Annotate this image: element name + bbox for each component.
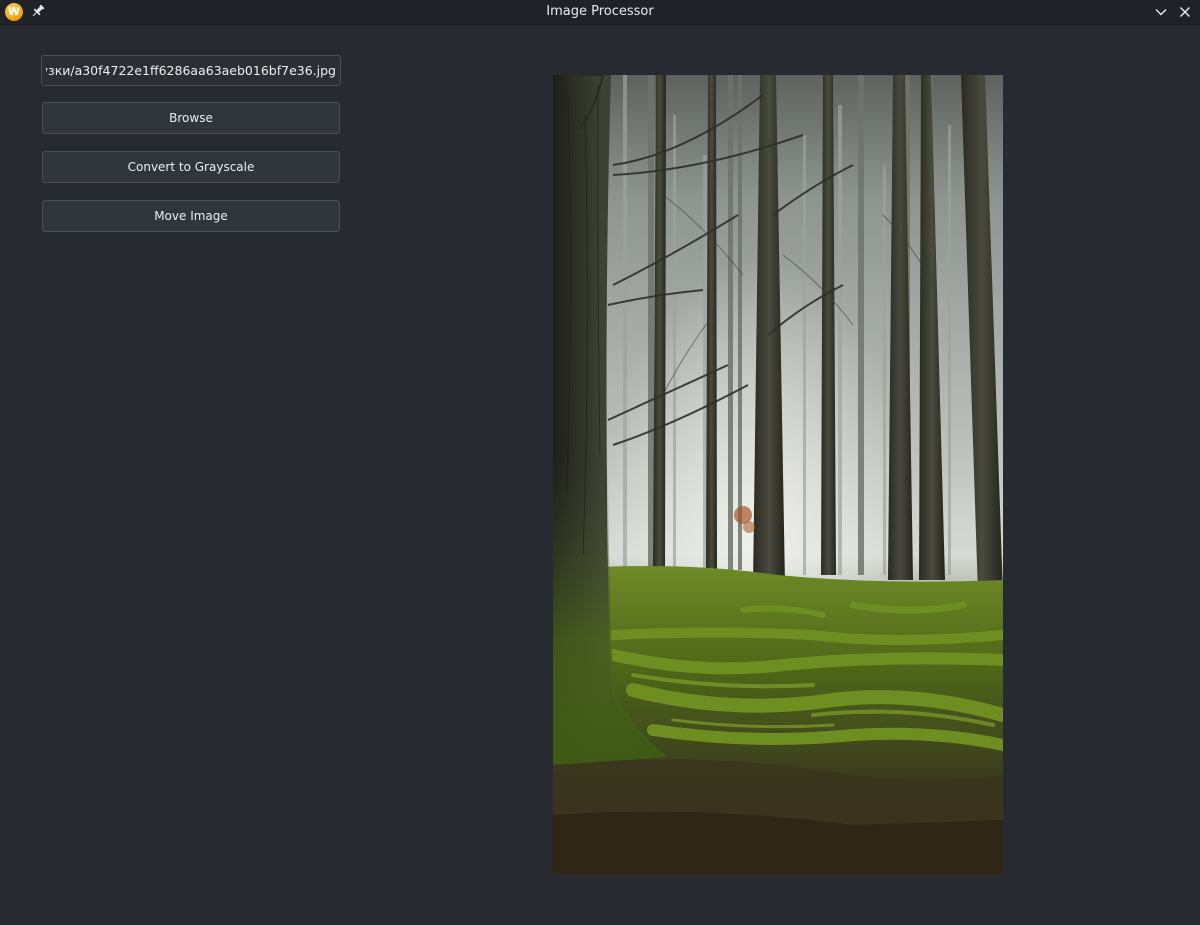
pin-icon[interactable] — [30, 3, 46, 19]
chevron-down-icon — [1155, 9, 1167, 16]
image-preview — [553, 75, 1003, 875]
image-processor-window: W Image Processor Browse — [0, 0, 1200, 925]
forest-photo — [553, 75, 1003, 875]
minimize-button[interactable] — [1152, 3, 1170, 21]
move-image-button[interactable]: Move Image — [42, 200, 340, 232]
close-button[interactable] — [1176, 3, 1194, 21]
file-path-input[interactable] — [41, 55, 341, 86]
close-icon — [1180, 7, 1190, 17]
convert-grayscale-button[interactable]: Convert to Grayscale — [42, 151, 340, 183]
window-title: Image Processor — [546, 4, 654, 19]
browse-button[interactable]: Browse — [42, 102, 340, 134]
app-logo-icon[interactable]: W — [5, 3, 23, 21]
title-bar[interactable]: W Image Processor — [0, 0, 1200, 25]
